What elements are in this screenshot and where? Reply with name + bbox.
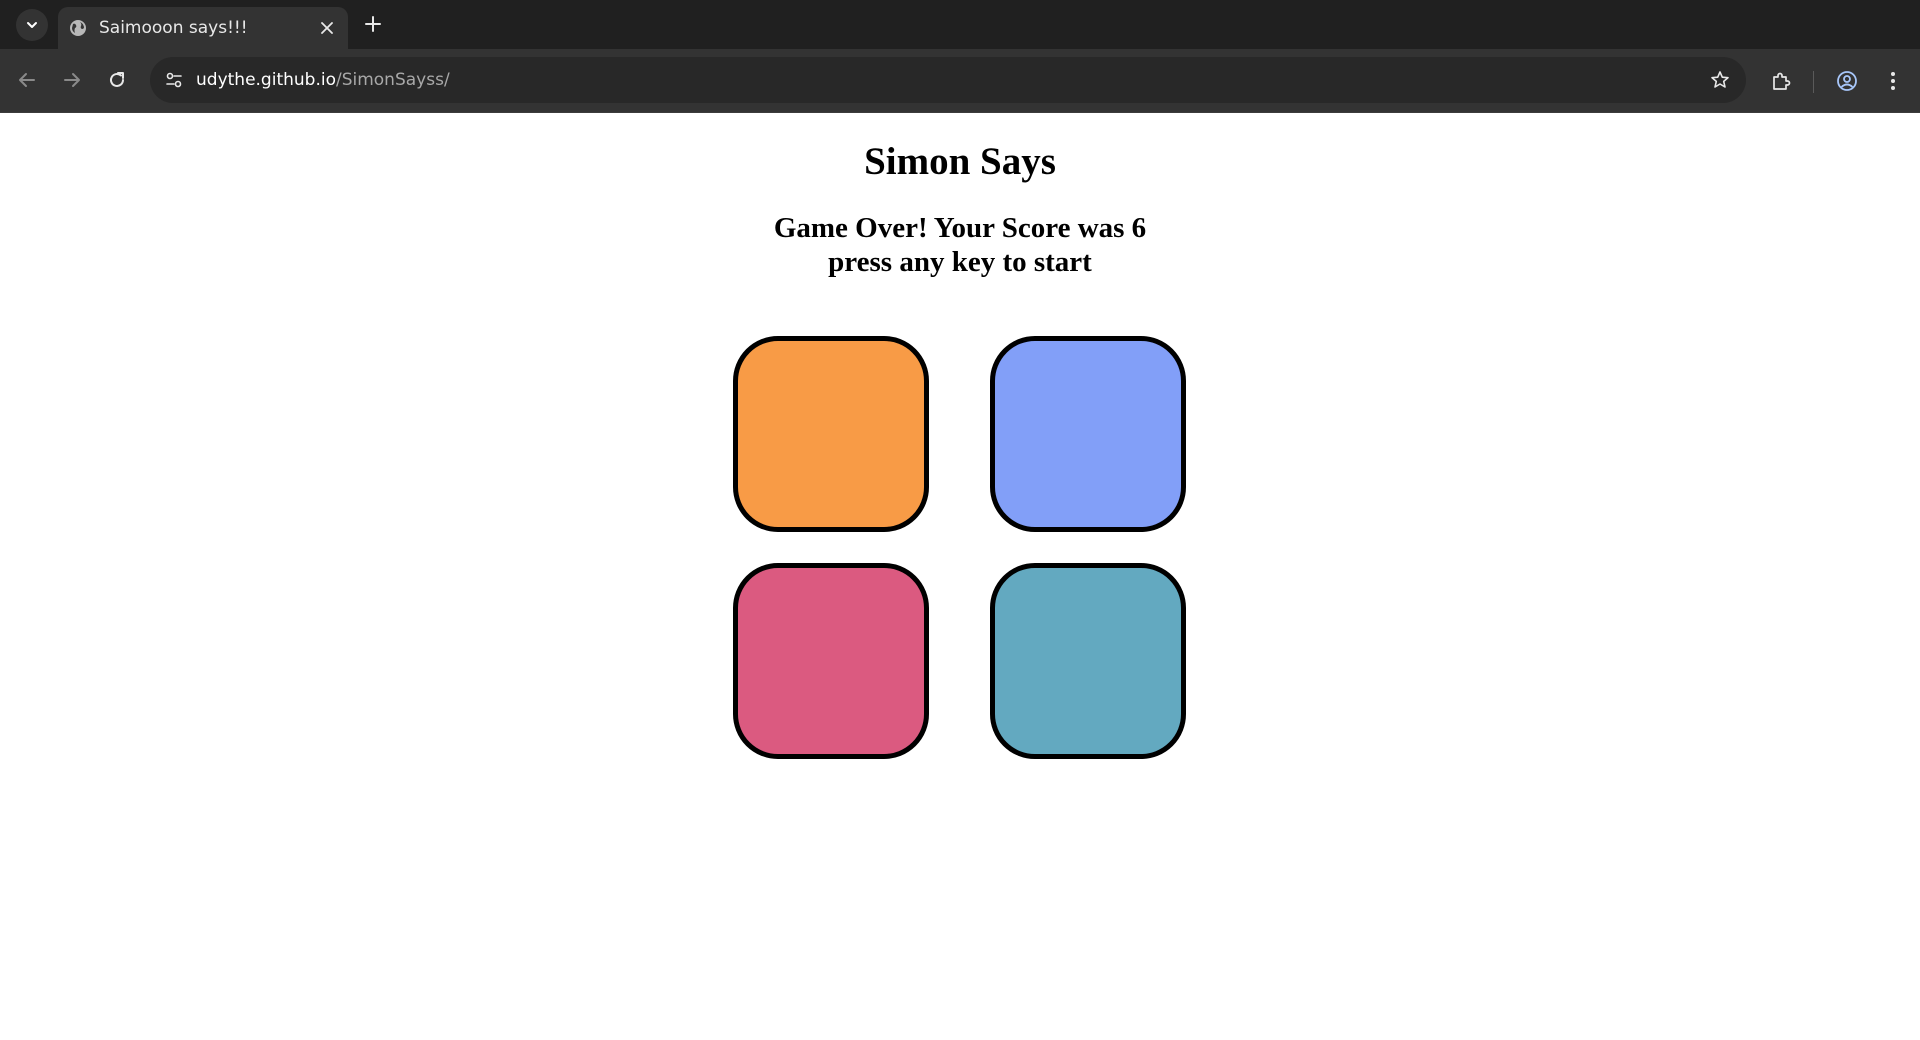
reload-icon <box>110 72 124 87</box>
plus-icon <box>365 16 381 32</box>
extensions-button[interactable] <box>1764 64 1798 98</box>
chevron-down-icon <box>27 22 37 28</box>
page-title: Simon Says <box>864 140 1056 183</box>
status-prompt-line: press any key to start <box>828 246 1092 278</box>
browser-tab[interactable]: Saimooon says!!! <box>58 7 348 49</box>
profile-icon <box>1837 71 1857 91</box>
tune-icon[interactable] <box>160 66 188 94</box>
new-tab-button[interactable] <box>359 10 387 38</box>
url-text[interactable]: udythe.github.io/SimonSayss/ <box>196 70 450 90</box>
reload-button[interactable] <box>100 63 134 97</box>
game-status: Game Over! Your Score was 6 press any ke… <box>0 211 1920 279</box>
simon-pad-blue[interactable] <box>990 336 1186 532</box>
arrow-left-icon <box>19 73 35 87</box>
simon-pad-teal[interactable] <box>990 563 1186 759</box>
url-path: /SimonSayss/ <box>335 70 450 90</box>
star-icon[interactable] <box>1704 64 1736 96</box>
forward-button[interactable] <box>55 63 89 97</box>
toolbar-separator <box>1813 71 1814 93</box>
puzzle-icon <box>1773 72 1791 90</box>
close-icon[interactable] <box>316 17 338 39</box>
url-host: udythe.github.io <box>196 70 336 90</box>
globe-icon <box>69 19 87 37</box>
kebab-menu-icon <box>1891 72 1895 90</box>
address-bar[interactable]: udythe.github.io/SimonSayss/ <box>150 57 1746 103</box>
profile-button[interactable] <box>1830 64 1864 98</box>
menu-button[interactable] <box>1876 64 1910 98</box>
simon-pad-orange[interactable] <box>733 336 929 532</box>
back-button[interactable] <box>10 63 44 97</box>
browser-toolbar: udythe.github.io/SimonSayss/ <box>0 49 1920 113</box>
status-score-line: Game Over! Your Score was 6 <box>773 212 1147 244</box>
tab-search-button[interactable] <box>16 9 48 41</box>
simon-pad-pink[interactable] <box>733 563 929 759</box>
tab-title: Saimooon says!!! <box>99 18 248 38</box>
page-content: Simon Says Game Over! Your Score was 6 p… <box>0 113 1920 1040</box>
arrow-right-icon <box>64 73 80 87</box>
browser-tabstrip: Saimooon says!!! <box>0 0 1920 49</box>
